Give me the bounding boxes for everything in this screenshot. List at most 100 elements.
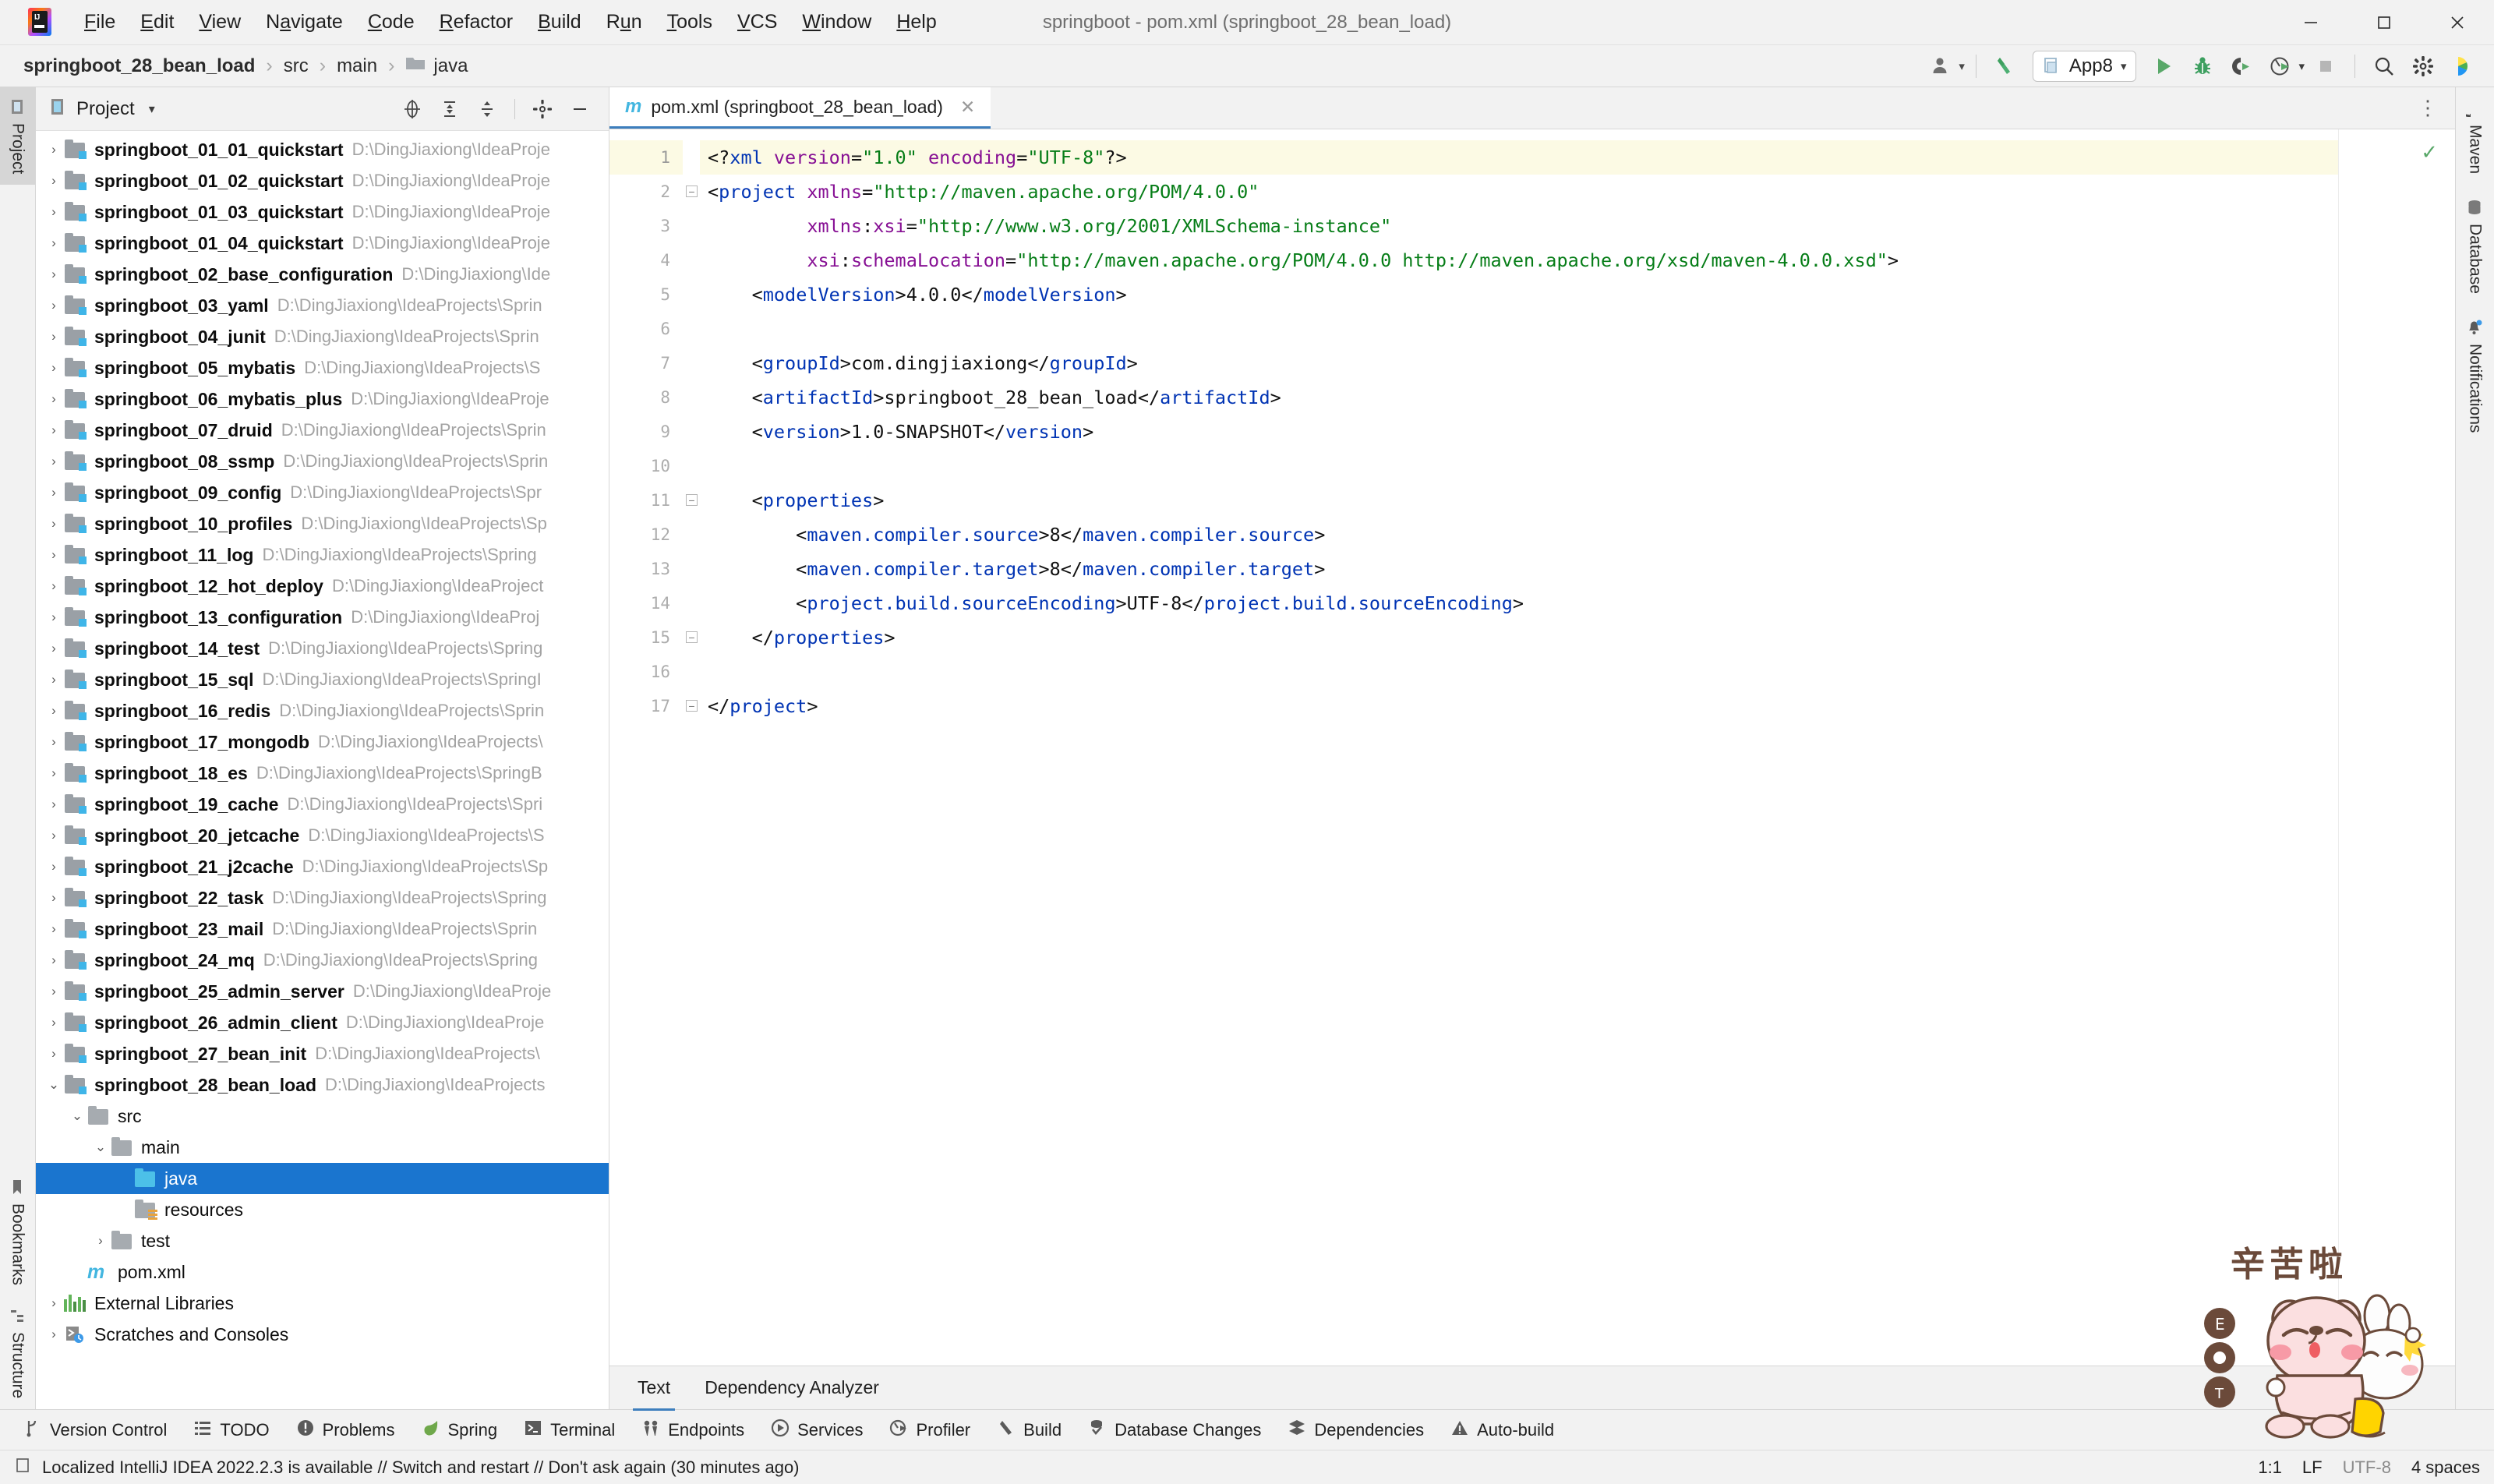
chevron-right-icon[interactable]: › bbox=[44, 142, 64, 157]
tree-node[interactable]: › test bbox=[36, 1225, 609, 1256]
breadcrumb-item-springboot_28_bean_load[interactable]: springboot_28_bean_load bbox=[20, 53, 258, 80]
code-folding-column[interactable]: − − − − bbox=[683, 129, 700, 1366]
code-line[interactable]: <project xmlns="http://maven.apache.org/… bbox=[700, 175, 2338, 209]
tree-node[interactable]: › External Libraries bbox=[36, 1288, 609, 1319]
status-message[interactable]: Localized IntelliJ IDEA 2022.2.3 is avai… bbox=[42, 1458, 800, 1478]
account-icon[interactable] bbox=[1924, 48, 1960, 84]
ide-services-icon[interactable] bbox=[2444, 48, 2480, 84]
file-encoding[interactable]: UTF-8 bbox=[2343, 1458, 2391, 1478]
breadcrumb-item-java[interactable]: java bbox=[402, 52, 471, 80]
chevron-right-icon[interactable]: › bbox=[44, 703, 64, 719]
tree-node[interactable]: › springboot_25_admin_server D:\DingJiaxio… bbox=[36, 976, 609, 1007]
menu-item-window[interactable]: Window bbox=[790, 6, 884, 38]
tree-node[interactable]: › springboot_14_test D:\DingJiaxiong\IdeaP… bbox=[36, 633, 609, 664]
tree-node[interactable]: › springboot_27_bean_init D:\DingJiaxiong\… bbox=[36, 1038, 609, 1069]
settings-gear-icon[interactable] bbox=[2405, 48, 2441, 84]
code-content[interactable]: <?xml version="1.0" encoding="UTF-8"?> <p… bbox=[700, 129, 2338, 1366]
chevron-down-icon[interactable]: ▾ bbox=[149, 101, 155, 117]
sidebar-item-project[interactable]: Project bbox=[0, 87, 35, 186]
tree-node[interactable]: › springboot_18_es D:\DingJiaxiong\IdeaPro… bbox=[36, 758, 609, 789]
tree-node[interactable]: › springboot_16_redis D:\DingJiaxiong\Idea… bbox=[36, 695, 609, 726]
profile-caret-icon[interactable]: ▾ bbox=[2298, 59, 2305, 73]
tool-window-button-dependencies[interactable]: Dependencies bbox=[1288, 1419, 1424, 1442]
code-line[interactable]: <?xml version="1.0" encoding="UTF-8"?> bbox=[700, 140, 2338, 175]
hide-panel-icon[interactable] bbox=[563, 93, 596, 125]
fold-expand-icon[interactable]: − bbox=[686, 494, 698, 506]
minimize-button[interactable] bbox=[2274, 0, 2347, 45]
tree-node[interactable]: › springboot_22_task D:\DingJiaxiong\IdeaP… bbox=[36, 882, 609, 913]
locate-file-icon[interactable] bbox=[396, 93, 429, 125]
tree-node[interactable]: › springboot_23_mail D:\DingJiaxiong\IdeaP… bbox=[36, 913, 609, 945]
menu-item-build[interactable]: Build bbox=[525, 6, 594, 38]
code-line[interactable] bbox=[700, 655, 2338, 689]
run-button[interactable] bbox=[2146, 48, 2181, 84]
tool-window-button-endpoints[interactable]: Endpoints bbox=[641, 1419, 744, 1442]
line-number[interactable]: 14 bbox=[609, 586, 683, 620]
tree-node[interactable]: ›mpom.xml bbox=[36, 1256, 609, 1288]
line-number[interactable]: 2 bbox=[609, 175, 683, 209]
chevron-right-icon[interactable]: › bbox=[44, 516, 64, 532]
tab-pom-xml[interactable]: m pom.xml (springboot_28_bean_load) ✕ bbox=[609, 87, 991, 129]
editor-bottom-tab-dependency-analyzer[interactable]: Dependency Analyzer bbox=[705, 1377, 879, 1398]
chevron-right-icon[interactable]: › bbox=[44, 1046, 64, 1062]
tool-window-button-version-control[interactable]: Version Control bbox=[23, 1419, 167, 1442]
tree-node[interactable]: › springboot_01_04_quickstart D:\DingJiaxi… bbox=[36, 228, 609, 259]
menu-item-refactor[interactable]: Refactor bbox=[427, 6, 526, 38]
menu-item-code[interactable]: Code bbox=[355, 6, 427, 38]
code-line[interactable] bbox=[700, 312, 2338, 346]
chevron-right-icon[interactable]: › bbox=[44, 890, 64, 906]
tool-window-button-services[interactable]: Services bbox=[771, 1419, 863, 1442]
tool-window-button-spring[interactable]: Spring bbox=[422, 1419, 497, 1442]
build-project-icon[interactable] bbox=[1987, 48, 2023, 84]
chevron-right-icon[interactable]: › bbox=[44, 391, 64, 407]
tree-node[interactable]: › springboot_17_mongodb D:\DingJiaxiong\Id… bbox=[36, 726, 609, 758]
chevron-right-icon[interactable]: › bbox=[44, 547, 64, 563]
tree-node[interactable]: › springboot_10_profiles D:\DingJiaxiong\I… bbox=[36, 508, 609, 539]
indent-setting[interactable]: 4 spaces bbox=[2411, 1458, 2480, 1478]
line-number[interactable]: 9 bbox=[609, 415, 683, 449]
code-line[interactable]: <maven.compiler.target>8</maven.compiler… bbox=[700, 552, 2338, 586]
menu-item-file[interactable]: File bbox=[72, 6, 128, 38]
fold-collapse-icon[interactable]: − bbox=[686, 700, 698, 712]
chevron-right-icon[interactable]: › bbox=[44, 235, 64, 251]
panel-settings-gear-icon[interactable] bbox=[526, 93, 559, 125]
sidebar-item-structure[interactable]: Structure bbox=[0, 1296, 35, 1409]
tree-node[interactable]: › springboot_26_admin_client D:\DingJiaxio… bbox=[36, 1007, 609, 1038]
breadcrumb-item-main[interactable]: main bbox=[334, 53, 380, 80]
fold-collapse-icon[interactable]: − bbox=[686, 631, 698, 643]
code-line[interactable] bbox=[700, 449, 2338, 483]
tree-node[interactable]: › springboot_01_01_quickstart D:\DingJiaxi… bbox=[36, 134, 609, 165]
tree-node[interactable]: › Scratches and Consoles bbox=[36, 1319, 609, 1350]
tree-node[interactable]: ⌄ main bbox=[36, 1132, 609, 1163]
sidebar-item-maven[interactable]: m Maven bbox=[2456, 87, 2494, 186]
editor-tabs-more-icon[interactable]: ⋮ bbox=[2418, 87, 2455, 129]
project-tree[interactable]: › springboot_01_01_quickstart D:\DingJiaxi… bbox=[36, 131, 609, 1409]
menu-item-run[interactable]: Run bbox=[594, 6, 655, 38]
tree-node[interactable]: › springboot_12_hot_deploy D:\DingJiaxiong… bbox=[36, 571, 609, 602]
tree-node-selected[interactable]: ›java bbox=[36, 1163, 609, 1194]
tree-node[interactable]: › springboot_05_mybatis D:\DingJiaxiong\Id… bbox=[36, 352, 609, 383]
code-line[interactable]: <artifactId>springboot_28_bean_load</art… bbox=[700, 380, 2338, 415]
tree-node[interactable]: › springboot_01_03_quickstart D:\DingJiaxi… bbox=[36, 196, 609, 228]
breadcrumb-item-src[interactable]: src bbox=[281, 53, 312, 80]
chevron-right-icon[interactable]: › bbox=[44, 267, 64, 282]
chevron-right-icon[interactable]: › bbox=[44, 1327, 64, 1342]
code-line[interactable]: <version>1.0-SNAPSHOT</version> bbox=[700, 415, 2338, 449]
tool-window-button-auto-build[interactable]: Auto-build bbox=[1450, 1419, 1554, 1442]
code-line[interactable]: <properties> bbox=[700, 483, 2338, 518]
line-number[interactable]: 6 bbox=[609, 312, 683, 346]
tree-node[interactable]: › springboot_06_mybatis_plus D:\DingJiaxio… bbox=[36, 383, 609, 415]
tree-node[interactable]: › springboot_01_02_quickstart D:\DingJiaxi… bbox=[36, 165, 609, 196]
chevron-right-icon[interactable]: › bbox=[44, 610, 64, 625]
menu-item-view[interactable]: View bbox=[186, 6, 253, 38]
code-line[interactable]: <project.build.sourceEncoding>UTF-8</pro… bbox=[700, 586, 2338, 620]
tree-node[interactable]: › springboot_11_log D:\DingJiaxiong\IdeaPr… bbox=[36, 539, 609, 571]
chevron-right-icon[interactable]: › bbox=[44, 173, 64, 189]
tool-window-button-terminal[interactable]: Terminal bbox=[524, 1419, 615, 1442]
chevron-right-icon[interactable]: › bbox=[44, 952, 64, 968]
chevron-right-icon[interactable]: › bbox=[44, 454, 64, 469]
line-number[interactable]: 8 bbox=[609, 380, 683, 415]
inspection-status-icon[interactable]: ✓ bbox=[2421, 140, 2438, 164]
close-tab-icon[interactable]: ✕ bbox=[960, 97, 975, 118]
fold-expand-icon[interactable]: − bbox=[686, 186, 698, 197]
